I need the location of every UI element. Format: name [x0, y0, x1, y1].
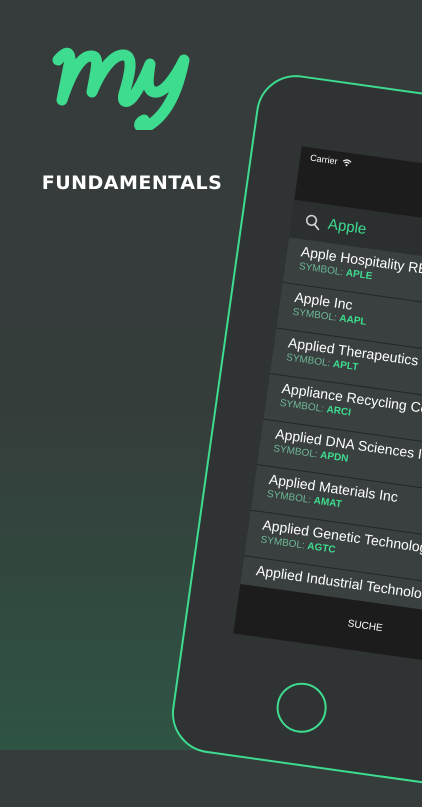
tablet-screen: Carrier Apple Apple Hospitality REIT SYM… — [233, 146, 422, 687]
ticker-symbol: APLE — [345, 267, 373, 283]
app-tagline: FUNDAMENTALS — [41, 172, 223, 194]
home-button[interactable] — [273, 679, 330, 736]
carrier-label: Carrier — [309, 152, 339, 167]
ticker-symbol: AAPL — [338, 313, 368, 328]
tab-search[interactable]: SUCHE — [347, 618, 383, 634]
search-query[interactable]: Apple — [327, 215, 367, 237]
ticker-symbol: ARCI — [325, 404, 352, 419]
logo — [52, 47, 190, 130]
ticker-symbol: APLT — [332, 358, 359, 374]
search-icon — [306, 214, 320, 230]
wifi-icon — [342, 159, 351, 167]
